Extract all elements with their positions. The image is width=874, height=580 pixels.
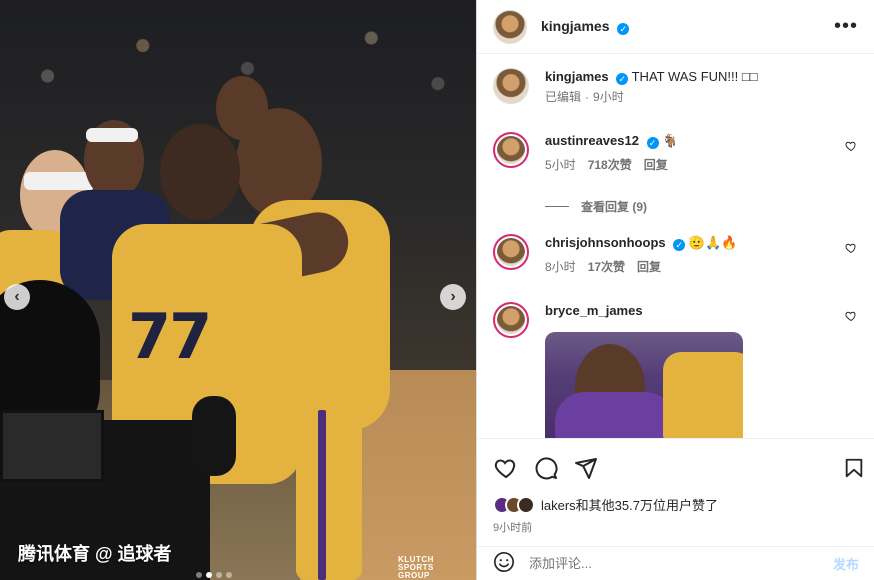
verified-icon: ✓ (646, 137, 659, 149)
caption-text: THAT WAS FUN!!! □□ (631, 69, 758, 84)
author-avatar[interactable] (493, 9, 527, 44)
carousel-dot (196, 572, 202, 578)
post-time: 9小时前 (493, 522, 533, 534)
chevron-right-icon: › (450, 288, 456, 305)
carousel-dot (226, 572, 232, 578)
shorts (296, 400, 362, 580)
carousel-dots (196, 572, 232, 578)
likes-summary[interactable]: lakers和其他35.7万位用户赞了 (493, 495, 718, 514)
comment-username[interactable]: chrisjohnsonhoops (545, 235, 666, 250)
gif-person-shirt (555, 392, 675, 438)
caption-avatar[interactable] (493, 68, 529, 104)
caption-item: kingjames ✓ THAT WAS FUN!!! □□ 已编辑 · 9小时 (493, 68, 859, 106)
comment-gif-image[interactable] (545, 332, 743, 438)
emoji-icon[interactable] (493, 551, 515, 576)
likes-text[interactable]: lakers和其他35.7万位用户赞了 (541, 495, 718, 514)
camera-mic (192, 396, 236, 476)
heart-icon (494, 459, 516, 479)
reply-button[interactable]: 回复 (637, 258, 661, 276)
klutch-logo: KLUTCH SPORTS GROUP (398, 556, 434, 580)
divider-line (545, 206, 569, 207)
next-photo-button[interactable]: › (440, 284, 466, 310)
gif-jersey (663, 352, 743, 438)
chevron-left-icon: ‹ (14, 288, 20, 305)
verified-icon: ✓ (617, 23, 630, 35)
post-side-panel: kingjames ✓ ••• kingjames ✓ THAT WAS FUN… (476, 0, 874, 580)
comments-list[interactable]: kingjames ✓ THAT WAS FUN!!! □□ 已编辑 · 9小时… (477, 54, 874, 438)
caption-time: 9小时 (593, 90, 624, 104)
comment-likes[interactable]: 17次赞 (588, 258, 625, 276)
camera-monitor (0, 410, 104, 482)
author-username-text[interactable]: kingjames (541, 18, 609, 34)
watermark-text: 腾讯体育 @ 追球者 (18, 544, 172, 564)
verified-icon: ✓ (616, 73, 629, 85)
comment-button[interactable] (533, 455, 559, 481)
carousel-dot-active (206, 572, 212, 578)
comment-item: austinreaves12 ✓ 🐐 5小时 718次赞 回复 (493, 132, 859, 174)
view-replies-text[interactable]: 查看回复 (9) (581, 198, 647, 215)
bookmark-icon (845, 458, 863, 478)
jersey-number: 77 (128, 300, 212, 373)
comment-text: 🐐 (662, 133, 679, 148)
commenter-avatar[interactable] (493, 302, 529, 338)
headband-2 (86, 128, 138, 142)
player-77-head (160, 124, 240, 220)
heart-icon[interactable] (845, 310, 857, 322)
shorts-stripe (318, 410, 326, 580)
comment-username[interactable]: bryce_m_james (545, 303, 643, 318)
post-header: kingjames ✓ ••• (477, 0, 874, 54)
comment-text: 🫡🙏🔥 (688, 235, 738, 250)
liker-avatar (517, 495, 535, 514)
comment-username[interactable]: austinreaves12 (545, 133, 639, 148)
add-comment-bar: 发布 (477, 546, 874, 580)
author-username[interactable]: kingjames ✓ (541, 18, 630, 35)
comment-icon (535, 457, 558, 480)
verified-icon: ✓ (673, 239, 686, 251)
view-replies-button[interactable]: 查看回复 (9) (545, 198, 647, 215)
prev-photo-button[interactable]: ‹ (4, 284, 30, 310)
comment-likes[interactable]: 718次赞 (588, 156, 632, 174)
heart-icon[interactable] (845, 242, 857, 254)
post-actions: lakers和其他35.7万位用户赞了 9小时前 (477, 438, 874, 546)
send-icon (575, 458, 597, 479)
liker-avatars (493, 495, 535, 514)
heart-icon[interactable] (845, 140, 857, 152)
comment-time: 8小时 (545, 260, 576, 274)
share-button[interactable] (573, 455, 599, 481)
meta-separator: · (585, 90, 590, 104)
klutch-line-3: GROUP (398, 571, 430, 580)
comment-item: chrisjohnsonhoops ✓ 🫡🙏🔥 8小时 17次赞 回复 (493, 234, 859, 276)
comment-input[interactable] (529, 556, 833, 571)
post-comment-button[interactable]: 发布 (833, 554, 859, 573)
save-button[interactable] (841, 455, 867, 481)
commenter-avatar[interactable] (493, 234, 529, 270)
commenter-avatar[interactable] (493, 132, 529, 168)
more-options-icon[interactable]: ••• (834, 15, 858, 38)
post-photo[interactable]: 77 ‹ › 腾讯体育 @ 追球者 KLUTCH SPORTS GROUP (0, 0, 476, 580)
comment-time: 5小时 (545, 158, 576, 172)
like-button[interactable] (493, 455, 519, 481)
caption-edited: 已编辑 (545, 90, 582, 104)
reply-button[interactable]: 回复 (644, 156, 668, 174)
caption-username[interactable]: kingjames (545, 69, 609, 84)
carousel-dot (216, 572, 222, 578)
